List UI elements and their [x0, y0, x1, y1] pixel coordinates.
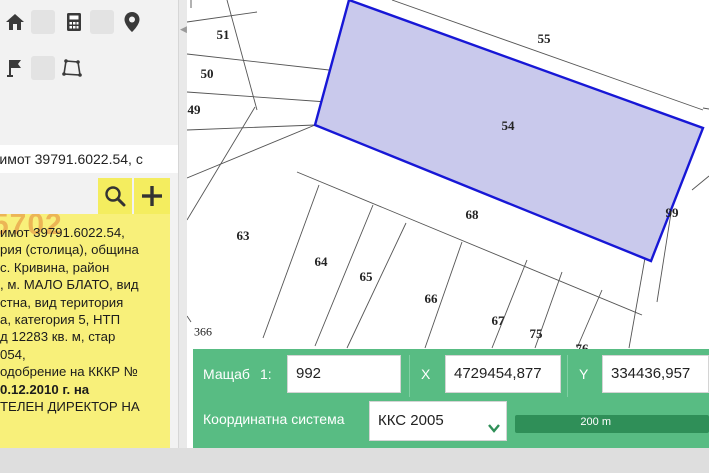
home-icon[interactable]	[3, 10, 27, 34]
info-line: 054,	[0, 346, 26, 362]
parcel-header-text: ен имот 39791.6022.54, с	[0, 151, 143, 167]
divider	[409, 355, 410, 397]
flag-icon[interactable]	[3, 56, 27, 80]
info-line: а, категория 5, НТП	[0, 311, 121, 327]
info-line: д 12283 кв. м, стар	[0, 329, 116, 345]
scale-label: Мащаб	[203, 366, 250, 382]
info-line: с. Кривина, район	[0, 259, 110, 275]
collapse-arrow-icon[interactable]: ◀	[180, 24, 187, 35]
left-panel: ен имот 39791.6022.54, с 5702 имот 39791…	[0, 0, 178, 448]
blank-tool-button[interactable]	[90, 10, 114, 34]
divider	[567, 355, 568, 397]
y-coordinate-input[interactable]: 334436,957	[602, 355, 709, 393]
scale-bar-label: 200 m	[580, 416, 611, 428]
status-bar	[0, 448, 709, 473]
chevron-down-icon	[488, 424, 500, 433]
parcel-label: 64	[314, 254, 328, 269]
x-coordinate-input[interactable]: 4729454,877	[445, 355, 561, 393]
location-pin-icon[interactable]	[120, 10, 144, 34]
parcel-label: 65	[359, 269, 373, 284]
parcel-label: 55	[537, 31, 551, 46]
add-button[interactable]	[134, 178, 170, 214]
parcel-header: ен имот 39791.6022.54, с	[0, 145, 178, 173]
parcel-label: 67	[491, 313, 505, 328]
parcel-label: 51	[216, 27, 230, 42]
info-line: одобрение на КККР №	[0, 364, 138, 380]
blank-tool-button[interactable]	[31, 10, 55, 34]
scale-prefix: 1:	[260, 366, 272, 382]
info-line: стна, вид територия	[0, 294, 124, 310]
coordinate-panel: Мащаб 1: 992 X 4729454,877 Y 334436,957 …	[193, 349, 709, 448]
parcel-label: 99	[665, 205, 679, 220]
info-line: ТЕЛЕН ДИРЕКТОР НА	[0, 398, 140, 414]
search-icon	[105, 186, 126, 207]
parcel-info-box: 5702 имот 39791.6022.54, рия (столица), …	[0, 214, 170, 448]
parcel-label: 68	[465, 207, 479, 222]
info-line: 0.12.2010 г. на	[0, 381, 90, 397]
crs-label: Координатна система	[203, 411, 345, 427]
parcel-info-text: имот 39791.6022.54, рия (столица), общин…	[0, 224, 170, 415]
plus-icon	[142, 186, 162, 206]
crs-select[interactable]: ККС 2005	[369, 401, 507, 441]
info-line: , м. МАЛО БЛАТО, вид	[0, 277, 139, 293]
polygon-icon[interactable]	[60, 56, 84, 80]
parcel-label: 63	[236, 228, 250, 243]
y-label: Y	[579, 366, 589, 382]
x-label: X	[421, 366, 431, 382]
calculator-icon[interactable]	[62, 10, 86, 34]
scale-bar: 200 m	[515, 415, 709, 433]
parcel-label-selected: 54	[501, 118, 515, 133]
panel-splitter[interactable]: ◀	[178, 0, 187, 448]
crs-selected-value: ККС 2005	[378, 412, 444, 429]
parcel-label: 66	[424, 291, 438, 306]
parcel-action-bar	[0, 178, 170, 214]
scale-input[interactable]: 992	[287, 355, 401, 393]
parcel-label: 75	[529, 326, 543, 341]
info-line: имот 39791.6022.54,	[0, 225, 125, 240]
blank-tool-button[interactable]	[31, 56, 55, 80]
parcel-label: 50	[200, 66, 214, 81]
search-button[interactable]	[98, 178, 132, 214]
parcel-label: 366	[194, 324, 212, 339]
info-line: рия (столица), община	[0, 242, 139, 258]
parcel-label: 49	[187, 102, 201, 117]
